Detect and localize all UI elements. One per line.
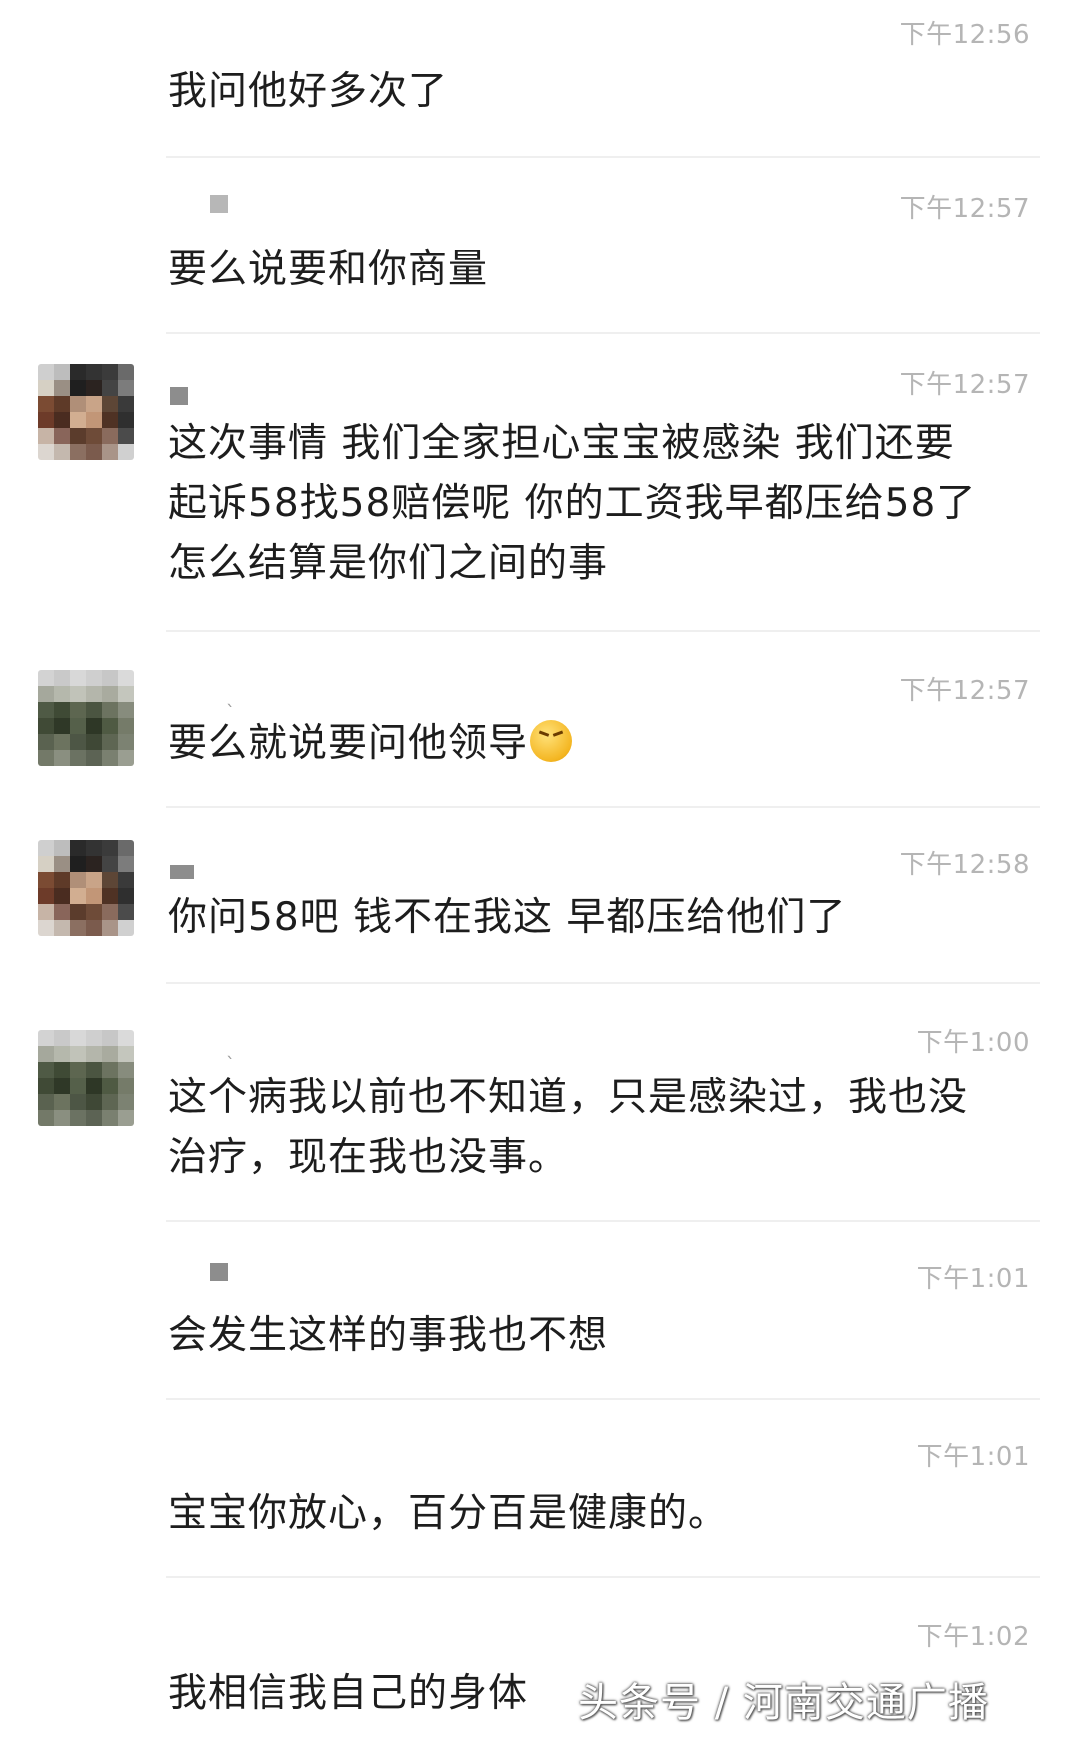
sender-name <box>170 862 194 882</box>
sender-name: ˎ <box>226 687 235 708</box>
chat-message: 下午1:01 宝宝你放心，百分百是健康的。 <box>0 1400 1080 1578</box>
avatar[interactable] <box>38 670 134 766</box>
message-text: 我问他好多次了 <box>168 69 449 114</box>
avatar[interactable] <box>38 840 134 936</box>
message-time: 下午1:02 <box>916 1622 1030 1652</box>
sender-name: ˎ <box>226 1039 235 1060</box>
message-time: 下午1:00 <box>916 1028 1030 1058</box>
chat-message: 下午12:58 你问58吧 钱不在我这 早都压给他们了 <box>0 808 1080 984</box>
avatar[interactable] <box>38 364 134 460</box>
message-time: 下午12:57 <box>899 370 1030 400</box>
message-time: 下午1:01 <box>916 1264 1030 1294</box>
message-time: 下午1:01 <box>916 1442 1030 1472</box>
message-text: 这个病我以前也不知道，只是感染过，我也没 治疗，现在我也没事。 <box>168 1075 969 1180</box>
message-text: 会发生这样的事我也不想 <box>168 1313 609 1358</box>
avatar[interactable] <box>38 1030 134 1126</box>
chat-message: ˎ 下午12:57 要么就说要问他领导 <box>0 632 1080 808</box>
watermark: 头条号 / 河南交通广播 <box>578 1680 989 1726</box>
chat-message: ˎ 下午1:00 这个病我以前也不知道，只是感染过，我也没 治疗，现在我也没事。 <box>0 984 1080 1222</box>
chat-message: 下午12:56 我问他好多次了 <box>0 0 1080 158</box>
chat-message: 下午12:57 这次事情 我们全家担心宝宝被感染 我们还要 起诉58找58赔偿呢… <box>0 334 1080 630</box>
message-text: 要么说要和你商量 <box>168 247 489 292</box>
chat-message-list[interactable]: 下午12:56 我问他好多次了 下午12:57 要么说要和你商量 下午12:57… <box>0 0 1080 1750</box>
message-time: 下午12:57 <box>899 194 1030 224</box>
message-text: 这次事情 我们全家担心宝宝被感染 我们还要 起诉58找58赔偿呢 你的工资我早都… <box>168 421 977 586</box>
message-time: 下午12:56 <box>899 20 1030 50</box>
sender-name <box>210 194 228 214</box>
message-text: 要么就说要问他领导 <box>168 714 1028 774</box>
message-time: 下午12:58 <box>899 850 1030 880</box>
message-text: 你问58吧 钱不在我这 早都压给他们了 <box>168 895 847 940</box>
sender-name <box>210 1262 228 1282</box>
message-text: 宝宝你放心，百分百是健康的。 <box>168 1491 729 1536</box>
chat-message: 下午1:01 会发生这样的事我也不想 <box>0 1222 1080 1400</box>
message-time: 下午12:57 <box>899 676 1030 706</box>
message-text-content: 要么就说要问他领导 <box>168 721 529 766</box>
sender-name <box>170 386 188 406</box>
crying-face-emoji-icon <box>530 720 573 762</box>
chat-message: 下午12:57 要么说要和你商量 <box>0 158 1080 334</box>
